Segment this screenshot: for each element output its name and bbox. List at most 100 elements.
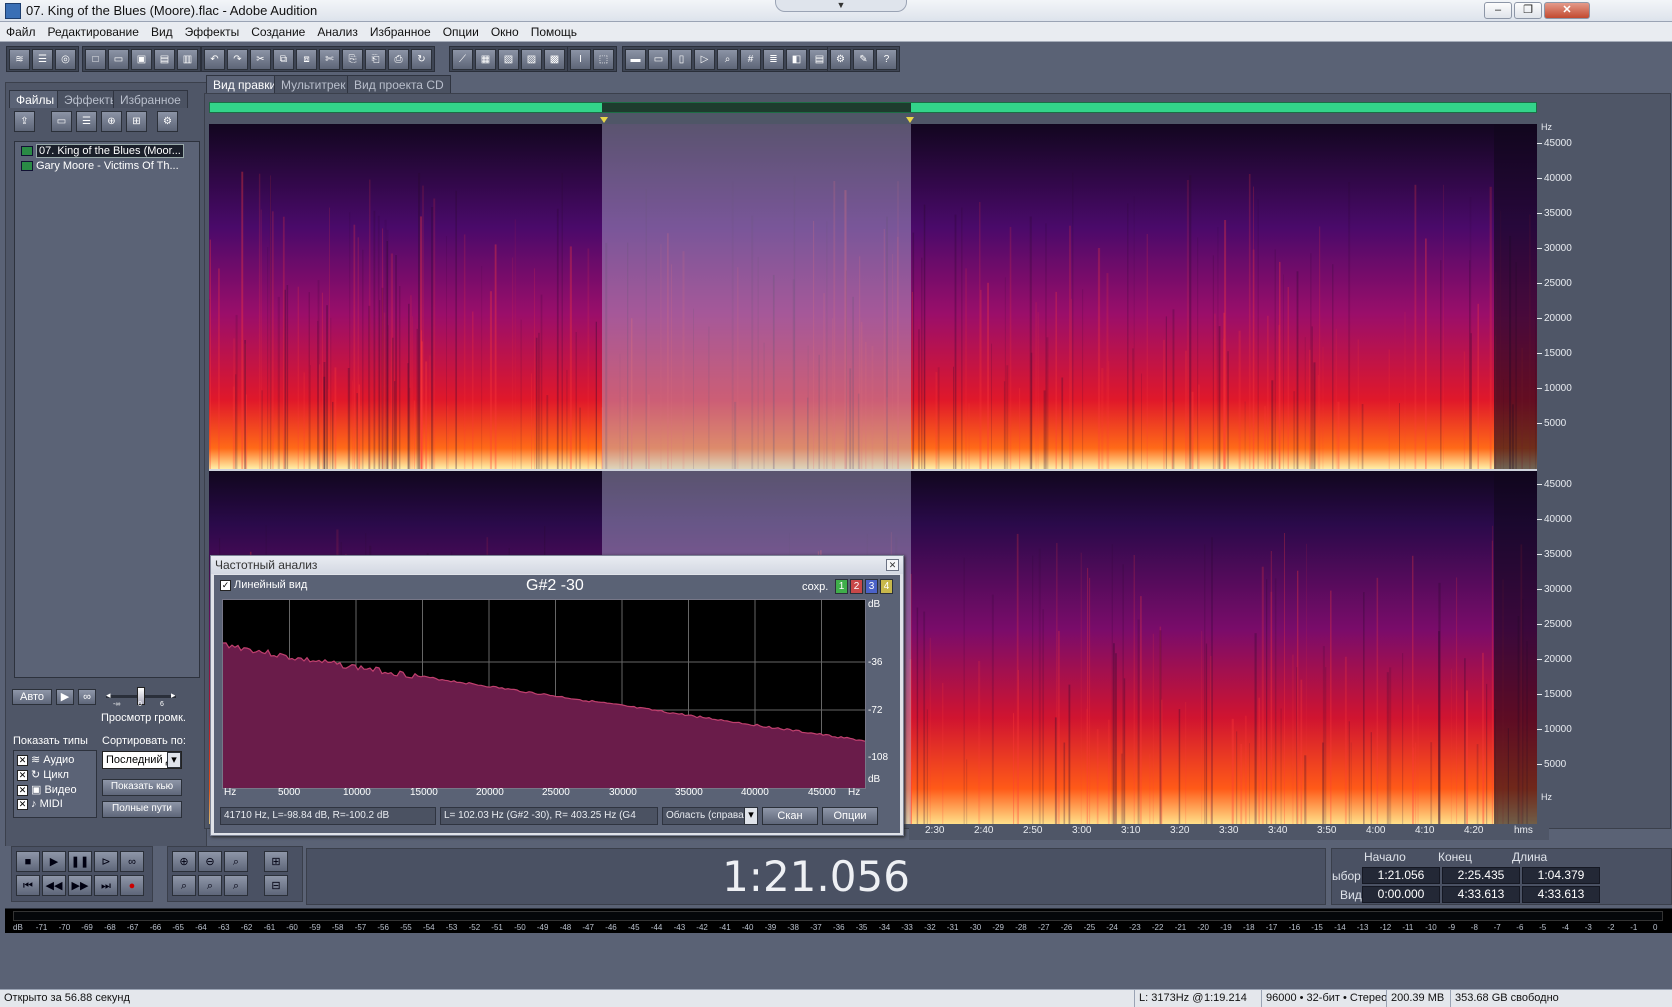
mix-paste-icon[interactable]: ⎙: [388, 49, 409, 70]
play-icon[interactable]: ▶: [42, 851, 66, 872]
multitrack-view-icon[interactable]: ☰: [32, 49, 53, 70]
full-paths-button[interactable]: Полные пути: [102, 801, 182, 818]
list-item[interactable]: 07. King of the Blues (Moor...: [21, 144, 184, 159]
pan-display-icon[interactable]: ▧: [498, 49, 519, 70]
selection-length-field[interactable]: 1:04.379: [1522, 867, 1600, 884]
script-icon[interactable]: ✎: [853, 49, 874, 70]
save-as-icon[interactable]: ▤: [154, 49, 175, 70]
save-slot-3[interactable]: 3: [865, 579, 878, 594]
help-icon[interactable]: ?: [876, 49, 897, 70]
zoom-in-vertical-icon[interactable]: ⊞: [264, 851, 288, 872]
play-to-end-icon[interactable]: ⊳: [94, 851, 118, 872]
phase-analysis-icon[interactable]: ▭: [648, 49, 669, 70]
tab-files[interactable]: Файлы: [9, 90, 62, 108]
open-folder-icon[interactable]: ▭: [51, 111, 72, 132]
zoom-left-icon[interactable]: ⌕: [172, 875, 196, 896]
play-cursor-icon[interactable]: ▷: [694, 49, 715, 70]
import-file-icon[interactable]: ⇪: [14, 111, 35, 132]
settings-icon[interactable]: ⚙: [830, 49, 851, 70]
checkbox[interactable]: ✕: [17, 798, 28, 810]
menu-help[interactable]: Помощь: [525, 22, 583, 42]
save-slot-1[interactable]: 1: [835, 579, 848, 594]
selection-start-field[interactable]: 1:21.056: [1362, 867, 1440, 884]
tab-edit-view[interactable]: Вид правки: [206, 75, 284, 93]
copy-new-icon[interactable]: ⧈: [296, 49, 317, 70]
menu-view[interactable]: Вид: [145, 22, 179, 42]
save-icon[interactable]: ▣: [131, 49, 152, 70]
type-loop[interactable]: ✕ ↻ Цикл: [17, 768, 69, 781]
insert-multitrack-icon[interactable]: ⊕: [101, 111, 122, 132]
zoom-right-icon[interactable]: ⌕: [198, 875, 222, 896]
stop-icon[interactable]: ■: [16, 851, 40, 872]
color-icon[interactable]: ◧: [786, 49, 807, 70]
maximize-button[interactable]: ❐: [1514, 2, 1542, 19]
phase-display-icon[interactable]: ▨: [521, 49, 542, 70]
frequency-analysis-icon[interactable]: ▬: [625, 49, 646, 70]
trim-icon[interactable]: ✄: [319, 49, 340, 70]
waveform-display-icon[interactable]: ⟋: [452, 49, 473, 70]
record-icon[interactable]: ●: [120, 875, 144, 896]
options-button[interactable]: Опции: [822, 807, 878, 825]
spectral-display-icon[interactable]: ▦: [475, 49, 496, 70]
selection-start-marker[interactable]: [600, 117, 608, 123]
loop-icon[interactable]: ↻: [411, 49, 432, 70]
play-preview-icon[interactable]: ▶: [56, 689, 74, 705]
overview-visible-range[interactable]: [602, 103, 911, 112]
spectral-pan-icon[interactable]: ▩: [544, 49, 565, 70]
go-to-end-icon[interactable]: ⏭: [94, 875, 118, 896]
save-slot-2[interactable]: 2: [850, 579, 863, 594]
zoom-out-vertical-icon[interactable]: ⊟: [264, 875, 288, 896]
checkbox[interactable]: ✓: [220, 579, 231, 591]
menu-effects[interactable]: Эффекты: [179, 22, 246, 42]
view-length-field[interactable]: 4:33.613: [1522, 886, 1600, 903]
menu-edit[interactable]: Редактирование: [42, 22, 145, 42]
menu-generate[interactable]: Создание: [245, 22, 311, 42]
checkbox[interactable]: ✕: [17, 769, 28, 781]
cut-icon[interactable]: ✂: [250, 49, 271, 70]
menu-analyze[interactable]: Анализ: [311, 22, 364, 42]
chevron-down-icon[interactable]: ▾: [744, 807, 758, 825]
marquee-icon[interactable]: ⬚: [593, 49, 614, 70]
fast-forward-icon[interactable]: ▶▶: [68, 875, 92, 896]
go-to-start-icon[interactable]: ⏮: [16, 875, 40, 896]
loop-play-icon[interactable]: ∞: [120, 851, 144, 872]
menu-options[interactable]: Опции: [437, 22, 485, 42]
zoom-full-icon[interactable]: ⌕: [224, 851, 248, 872]
edit-view-icon[interactable]: ≋: [9, 49, 30, 70]
close-button[interactable]: ✕: [1544, 2, 1590, 19]
loop-preview-icon[interactable]: ∞: [78, 689, 96, 705]
show-cue-button[interactable]: Показать кью: [102, 779, 182, 796]
paste-icon[interactable]: ⎘: [342, 49, 363, 70]
checkbox[interactable]: ✕: [17, 784, 28, 796]
pause-icon[interactable]: ❚❚: [68, 851, 92, 872]
checkbox[interactable]: ✕: [17, 754, 28, 766]
title-dropdown-tab[interactable]: ▼: [775, 0, 907, 12]
new-file-icon[interactable]: □: [85, 49, 106, 70]
rewind-icon[interactable]: ◀◀: [42, 875, 66, 896]
menu-file[interactable]: Файл: [0, 22, 42, 42]
close-icon[interactable]: ✕: [886, 559, 899, 571]
file-options-icon[interactable]: ⚙: [157, 111, 178, 132]
paste-new-icon[interactable]: ⎗: [365, 49, 386, 70]
frequency-plot[interactable]: [222, 599, 866, 789]
statistics-icon[interactable]: ▯: [671, 49, 692, 70]
tab-cd-project[interactable]: Вид проекта CD: [347, 75, 451, 93]
view-end-field[interactable]: 4:33.613: [1442, 886, 1520, 903]
type-video[interactable]: ✕ ▣ Видео: [17, 783, 77, 796]
open-file-icon[interactable]: ▭: [108, 49, 129, 70]
auto-play-button[interactable]: Авто: [12, 689, 52, 705]
chevron-down-icon[interactable]: ▾: [167, 752, 181, 768]
zoom-in-icon[interactable]: ⊕: [172, 851, 196, 872]
list-item[interactable]: Gary Moore - Victims Of Th...: [21, 159, 179, 174]
type-audio[interactable]: ✕ ≋ Аудио: [17, 753, 74, 766]
tab-favorites[interactable]: Избранное: [113, 90, 188, 108]
insert-cd-icon[interactable]: ⊞: [126, 111, 147, 132]
redo-icon[interactable]: ↷: [227, 49, 248, 70]
close-file-icon[interactable]: ☰: [76, 111, 97, 132]
linear-view-checkbox[interactable]: ✓ Линейный вид: [220, 579, 307, 591]
minimize-button[interactable]: ‒: [1484, 2, 1512, 19]
time-selection-icon[interactable]: I: [570, 49, 591, 70]
frequency-analysis-window[interactable]: Частотный анализ ✕ ✓ Линейный вид G#2 -30…: [210, 555, 904, 836]
type-midi[interactable]: ✕ ♪ MIDI: [17, 798, 63, 810]
batch-icon[interactable]: ≣: [763, 49, 784, 70]
